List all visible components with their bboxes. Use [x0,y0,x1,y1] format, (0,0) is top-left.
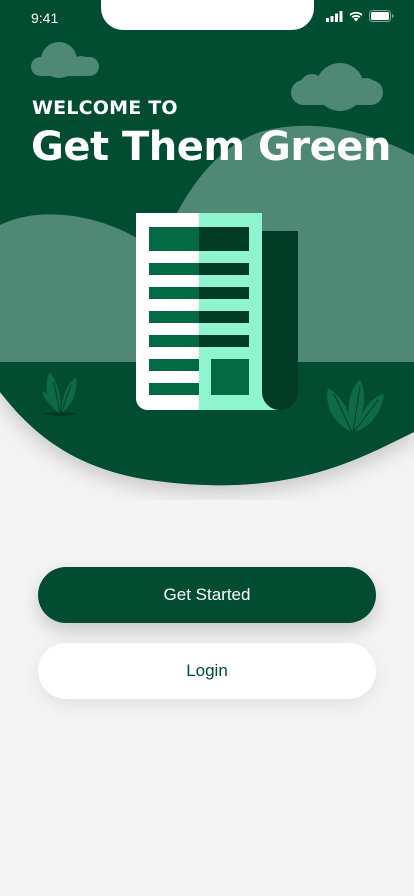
document-icon [136,213,298,410]
app-title: Get Them Green [31,124,391,170]
signal-icon [326,10,343,22]
wifi-icon [348,10,364,22]
device-notch [101,0,314,30]
status-bar: 9:41 [0,0,414,34]
login-button[interactable]: Login [38,643,376,699]
battery-icon [369,10,394,22]
welcome-screen: 9:41 WELCOME TO Get Them Green Get Start… [0,0,414,896]
welcome-label: WELCOME TO [32,97,178,119]
status-time: 9:41 [31,10,59,26]
get-started-button[interactable]: Get Started [38,567,376,623]
status-icons [326,9,394,23]
hero-banner [0,0,414,500]
